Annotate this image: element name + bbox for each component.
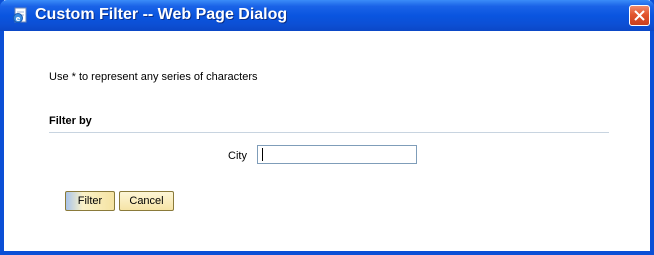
svg-text:e: e	[16, 15, 21, 23]
section-title: Filter by	[49, 115, 92, 127]
cancel-button[interactable]: Cancel	[119, 191, 174, 211]
ie-page-icon: e	[12, 7, 29, 24]
close-button[interactable]	[629, 5, 650, 26]
section-divider	[49, 132, 609, 133]
filter-button[interactable]: Filter	[65, 191, 115, 211]
title-bar[interactable]: e Custom Filter -- Web Page Dialog	[0, 0, 654, 31]
dialog-window: e Custom Filter -- Web Page Dialog Use *…	[0, 0, 654, 255]
text-caret	[262, 148, 263, 161]
city-label: City	[228, 150, 247, 162]
instructions-text: Use * to represent any series of charact…	[49, 71, 258, 83]
city-input[interactable]	[257, 145, 417, 164]
close-icon	[634, 10, 645, 21]
dialog-body: Use * to represent any series of charact…	[4, 31, 650, 251]
window-title: Custom Filter -- Web Page Dialog	[35, 6, 288, 23]
